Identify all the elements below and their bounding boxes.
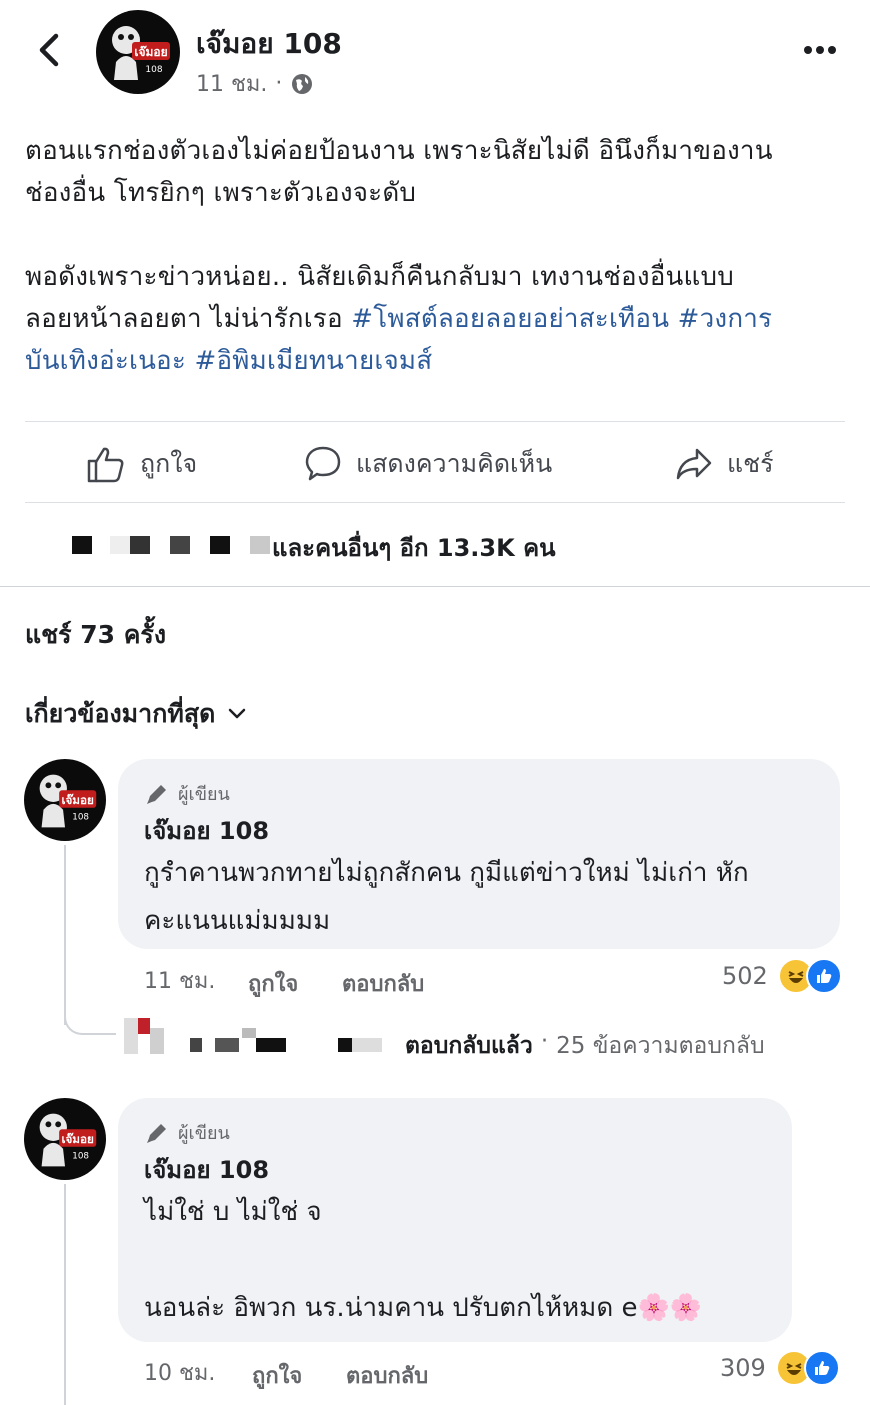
comment-author-name[interactable]: เจ๊มอย 108 [144, 811, 269, 850]
svg-text:เจ๊มอย: เจ๊มอย [61, 1132, 94, 1146]
thread-line [64, 845, 66, 1025]
avatar-logo: เจ๊มอย 108 [39, 774, 97, 828]
author-badge-label: ผู้เขียน [178, 784, 230, 805]
post-text-span: ลอยหน้าลอยตา ไม่น่ารักเรอ [25, 304, 352, 334]
like-button[interactable]: ถูกใจ [86, 444, 197, 484]
avatar-logo: เจ๊มอย 108 [39, 1113, 97, 1167]
comment-bubble[interactable]: ผู้เขียน เจ๊มอย 108 กูรำคานพวกทายไม่ถูกส… [118, 759, 840, 949]
svg-text:108: 108 [72, 813, 89, 823]
hashtag-link[interactable]: #โพสต์ลอยลอยอย่าสะเทือน [351, 304, 669, 334]
share-arrow-icon [676, 448, 712, 480]
sort-dropdown[interactable]: เกี่ยวข้องมากที่สุด [25, 694, 247, 734]
comment-button[interactable]: แสดงความคิดเห็น [304, 444, 552, 484]
svg-text:เจ๊มอย: เจ๊มอย [61, 793, 94, 807]
post-line: ตอนแรกช่องตัวเองไม่ค่อยป้อนงาน เพราะนิสั… [25, 136, 773, 166]
flower-emoji: 🌸🌸 [637, 1293, 703, 1323]
like-reaction-icon [803, 1350, 840, 1386]
meta-separator: · [275, 71, 283, 96]
hashtag-link[interactable]: บันเทิงอ่ะเนอะ [25, 346, 186, 376]
replied-label: ตอบกลับแล้ว [405, 1033, 533, 1059]
pen-icon [147, 1123, 166, 1143]
reaction-count: 309 [720, 1354, 766, 1382]
like-label: ถูกใจ [140, 449, 198, 478]
thumbs-up-icon [87, 447, 124, 483]
comment-bubble-icon [305, 446, 341, 481]
post-meta: 11 ชม. · [196, 66, 314, 101]
thread-connector [64, 1005, 116, 1035]
more-dots-icon [804, 46, 836, 54]
svg-text:เจ๊มอย: เจ๊มอย [134, 45, 167, 59]
divider [0, 586, 870, 587]
comment-avatar[interactable]: เจ๊มอย 108 [24, 1098, 106, 1180]
comment-label: แสดงความคิดเห็น [356, 449, 553, 478]
post-line: ช่องอื่น โทรยิกๆ เพราะตัวเองจะดับ [25, 178, 417, 208]
comment-bubble[interactable]: ผู้เขียน เจ๊มอย 108 ไม่ใช่ บ ไม่ใช่ จ นอ… [118, 1098, 792, 1342]
divider [25, 421, 845, 422]
view-replies-link[interactable]: ตอบกลับแล้ว · 25 ข้อความตอบกลับ [405, 1028, 765, 1064]
share-label: แชร์ [727, 449, 774, 478]
chevron-left-icon [39, 33, 59, 67]
reactions-summary[interactable]: และคนอื่นๆ อีก 13.3K คน [272, 528, 556, 567]
author-badge: ผู้เขียน [144, 1118, 230, 1147]
post-line: ลอยหน้าลอยตา ไม่น่ารักเรอ #โพสต์ลอยลอยอย… [25, 298, 855, 340]
comment-like-link[interactable]: ถูกใจ [252, 1358, 302, 1393]
comment-text: ไม่ใช่ บ ไม่ใช่ จ นอนล่ะ อิพวก นร.น่ามคา… [144, 1197, 703, 1323]
post-body: ตอนแรกช่องตัวเองไม่ค่อยป้อนงาน เพราะนิสั… [25, 130, 855, 382]
globe-icon [292, 73, 313, 94]
share-button[interactable]: แชร์ [675, 444, 774, 484]
comment-avatar[interactable]: เจ๊มอย 108 [24, 759, 106, 841]
hashtag-link[interactable]: #วงการ [678, 304, 773, 334]
chevron-down-icon [229, 708, 246, 719]
more-options-button[interactable] [800, 40, 840, 60]
svg-text:108: 108 [72, 1152, 89, 1162]
reaction-count: 502 [722, 962, 768, 990]
comment-time[interactable]: 10 ชม. [144, 1355, 215, 1390]
author-avatar[interactable]: เจ๊มอย 108 [96, 10, 180, 94]
comment-reactions[interactable]: 502 [722, 958, 842, 994]
post-line: พอดังเพราะข่าวหน่อย.. นิสัยเดิมก็คืนกลับ… [25, 262, 734, 292]
like-reaction-icon [805, 958, 842, 994]
post-time[interactable]: 11 ชม. [196, 66, 267, 101]
hashtag-link[interactable]: #อิพิมเมียทนายเจมส์ [195, 346, 433, 376]
pixelated-names [60, 530, 272, 560]
post-line: บันเทิงอ่ะเนอะ #อิพิมเมียทนายเจมส์ [25, 340, 855, 382]
author-badge-label: ผู้เขียน [178, 1123, 230, 1144]
svg-text:108: 108 [145, 65, 162, 75]
author-name[interactable]: เจ๊มอย 108 [196, 22, 342, 66]
avatar-logo: เจ๊มอย 108 [112, 26, 170, 80]
sort-label: เกี่ยวข้องมากที่สุด [25, 699, 216, 728]
comment-author-name[interactable]: เจ๊มอย 108 [144, 1150, 269, 1189]
divider [25, 502, 845, 503]
pen-icon [147, 784, 166, 804]
back-button[interactable] [30, 28, 70, 72]
comment-time[interactable]: 11 ชม. [144, 963, 215, 998]
thread-line [64, 1184, 66, 1405]
author-badge: ผู้เขียน [144, 779, 230, 808]
comment-reactions[interactable]: 309 [720, 1350, 840, 1386]
comment-reply-link[interactable]: ตอบกลับ [346, 1358, 428, 1393]
comment-like-link[interactable]: ถูกใจ [248, 966, 298, 1001]
replies-count: 25 ข้อความตอบกลับ [556, 1033, 765, 1059]
comment-text: กูรำคานพวกทายไม่ถูกสักคน กูมีแต่ข่าวใหม่… [144, 858, 749, 936]
share-count[interactable]: แชร์ 73 ครั้ง [25, 615, 166, 655]
comment-reply-link[interactable]: ตอบกลับ [342, 966, 424, 1001]
reply-avatars-pixelated [120, 1014, 405, 1058]
